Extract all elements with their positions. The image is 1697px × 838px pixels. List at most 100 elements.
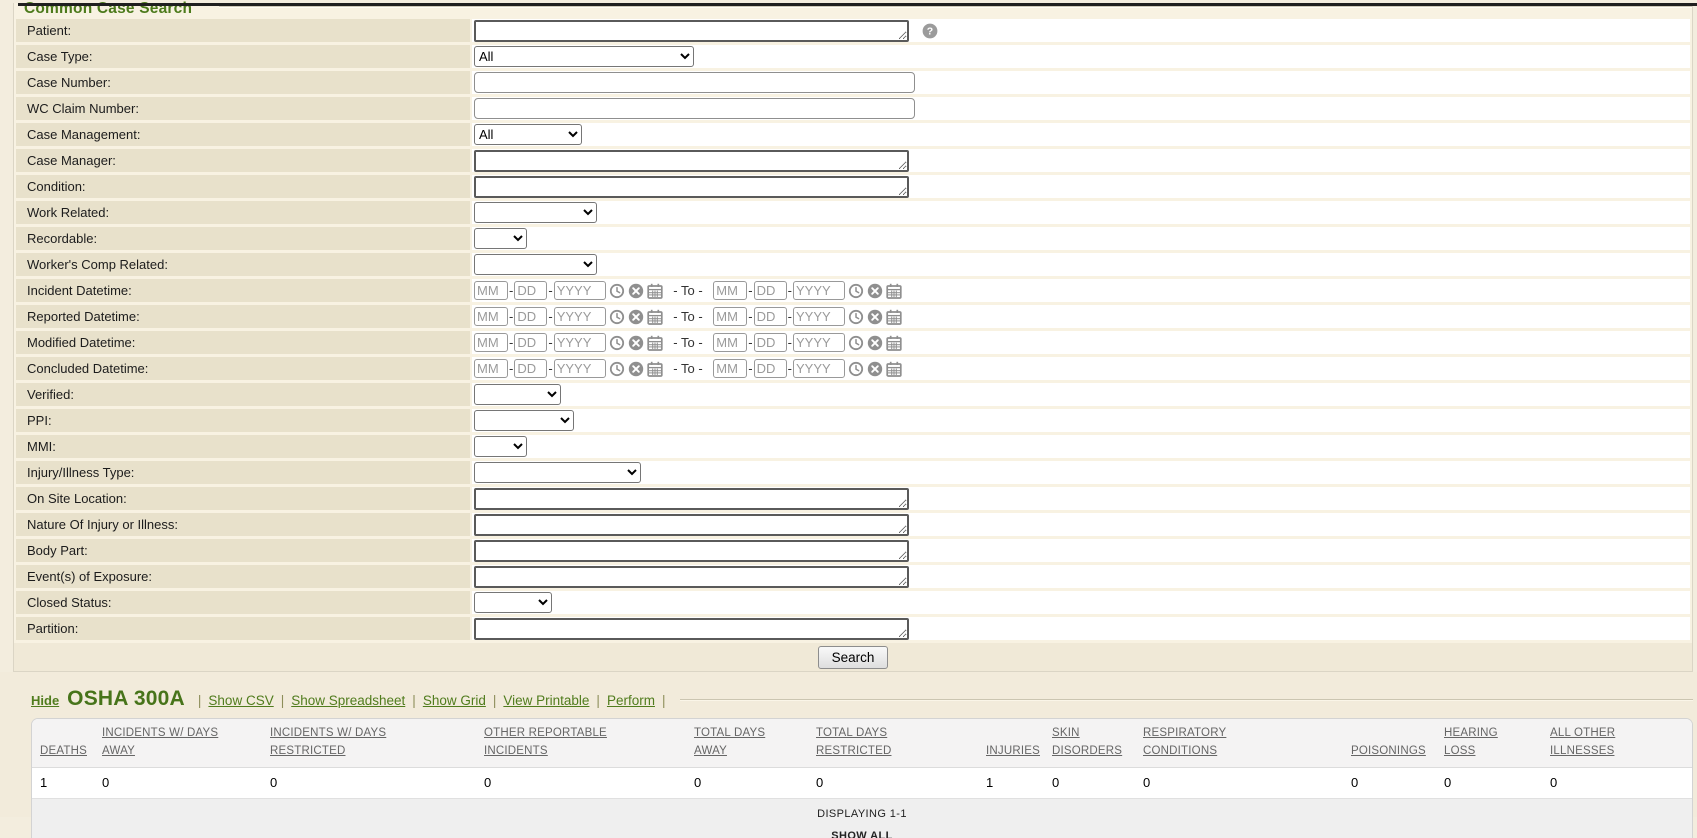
col-header-other-reportable-incidents[interactable]: OTHER REPORTABLE INCIDENTS	[476, 719, 686, 768]
clock-icon[interactable]	[848, 309, 864, 325]
body-part-textarea[interactable]	[474, 539, 909, 562]
clock-icon[interactable]	[609, 335, 625, 351]
from-mm-input[interactable]	[474, 333, 508, 352]
recordable-select[interactable]	[474, 228, 527, 249]
col-header-incidents-w-days-restricted[interactable]: INCIDENTS W/ DAYS RESTRICTED	[262, 719, 476, 768]
cell-other-reportable-incidents: 0	[476, 766, 686, 799]
col-header-deaths[interactable]: DEATHS	[32, 719, 94, 768]
to-yyyy-input[interactable]	[792, 333, 845, 352]
clock-icon[interactable]	[848, 335, 864, 351]
from-mm-input[interactable]	[474, 359, 508, 378]
closed-status-select[interactable]	[474, 592, 552, 613]
to-dd-input[interactable]	[753, 333, 787, 352]
case-type-select[interactable]: All	[474, 46, 694, 67]
clear-icon[interactable]	[867, 335, 883, 351]
to-mm-input[interactable]	[713, 359, 748, 378]
on-site-location-textarea[interactable]	[474, 487, 909, 510]
from-dd-input[interactable]	[514, 333, 548, 352]
table-row: 100000100000	[32, 766, 1692, 799]
col-header-injuries[interactable]: INJURIES	[978, 719, 1044, 768]
wc-claim-number-input[interactable]	[474, 98, 915, 119]
pipe-separator: |	[661, 693, 666, 708]
ppi-select[interactable]	[474, 410, 574, 431]
clock-icon[interactable]	[848, 283, 864, 299]
cell-all-other-illnesses: 0	[1542, 766, 1692, 799]
worker-s-comp-related-select[interactable]	[474, 254, 597, 275]
partition-textarea[interactable]	[474, 617, 909, 640]
field-label: Incident Datetime:	[16, 279, 470, 302]
to-mm-input[interactable]	[713, 307, 748, 326]
event-s-of-exposure-textarea[interactable]	[474, 565, 909, 588]
calendar-icon[interactable]	[647, 283, 663, 299]
show-csv-link[interactable]: Show CSV	[208, 693, 273, 708]
to-mm-input[interactable]	[713, 333, 748, 352]
calendar-icon[interactable]	[886, 335, 902, 351]
clock-icon[interactable]	[848, 361, 864, 377]
search-button[interactable]: Search	[817, 645, 889, 669]
dash-separator: -	[509, 309, 514, 324]
from-dd-input[interactable]	[514, 307, 548, 326]
col-header-hearing-loss[interactable]: HEARING LOSS	[1436, 719, 1542, 768]
col-header-skin-disorders[interactable]: SKIN DISORDERS	[1044, 719, 1135, 768]
from-dd-input[interactable]	[514, 281, 548, 300]
nature-of-injury-or-illness-textarea[interactable]	[474, 513, 909, 536]
calendar-icon[interactable]	[647, 335, 663, 351]
cell-hearing-loss: 0	[1436, 766, 1542, 799]
show-all-link[interactable]: SHOW ALL	[831, 830, 892, 838]
col-header-poisonings[interactable]: POISONINGS	[1343, 719, 1436, 768]
calendar-icon[interactable]	[647, 361, 663, 377]
dash-separator: -	[787, 309, 792, 324]
case-number-input[interactable]	[474, 72, 915, 93]
to-yyyy-input[interactable]	[792, 281, 845, 300]
col-header-respiratory-conditions[interactable]: RESPIRATORY CONDITIONS	[1135, 719, 1343, 768]
view-printable-link[interactable]: View Printable	[503, 693, 589, 708]
clear-icon[interactable]	[628, 335, 644, 351]
case-management-select[interactable]: All	[474, 124, 582, 145]
case-manager-textarea[interactable]	[474, 149, 909, 172]
from-yyyy-input[interactable]	[553, 359, 606, 378]
clock-icon[interactable]	[609, 283, 625, 299]
calendar-icon[interactable]	[886, 283, 902, 299]
mmi-select[interactable]	[474, 436, 527, 457]
col-header-incidents-w-days-away[interactable]: INCIDENTS W/ DAYS AWAY	[94, 719, 262, 768]
form-row-closed-status: Closed Status:	[16, 591, 1690, 614]
to-dd-input[interactable]	[753, 307, 787, 326]
help-icon[interactable]: ?	[922, 23, 938, 39]
clear-icon[interactable]	[867, 309, 883, 325]
from-mm-input[interactable]	[474, 281, 508, 300]
calendar-icon[interactable]	[886, 309, 902, 325]
calendar-icon[interactable]	[886, 361, 902, 377]
col-header-total-days-away[interactable]: TOTAL DAYS AWAY	[686, 719, 808, 768]
perform-link[interactable]: Perform	[607, 693, 655, 708]
col-header-total-days-restricted[interactable]: TOTAL DAYS RESTRICTED	[808, 719, 978, 768]
to-dd-input[interactable]	[753, 281, 787, 300]
to-yyyy-input[interactable]	[792, 307, 845, 326]
from-dd-input[interactable]	[514, 359, 548, 378]
clear-icon[interactable]	[867, 361, 883, 377]
from-yyyy-input[interactable]	[553, 333, 606, 352]
clear-icon[interactable]	[867, 283, 883, 299]
to-dd-input[interactable]	[753, 359, 787, 378]
from-yyyy-input[interactable]	[553, 281, 606, 300]
verified-select[interactable]	[474, 384, 561, 405]
patient-textarea[interactable]	[474, 19, 909, 42]
from-mm-input[interactable]	[474, 307, 508, 326]
clock-icon[interactable]	[609, 309, 625, 325]
hide-link[interactable]: Hide	[31, 693, 59, 708]
clear-icon[interactable]	[628, 361, 644, 377]
condition-textarea[interactable]	[474, 175, 909, 198]
from-yyyy-input[interactable]	[553, 307, 606, 326]
dash-separator: -	[787, 361, 792, 376]
form-row-concluded-datetime: Concluded Datetime: - - - To - - -	[16, 357, 1690, 380]
show-grid-link[interactable]: Show Grid	[423, 693, 486, 708]
show-spreadsheet-link[interactable]: Show Spreadsheet	[291, 693, 405, 708]
col-header-all-other-illnesses[interactable]: ALL OTHER ILLNESSES	[1542, 719, 1692, 768]
clear-icon[interactable]	[628, 283, 644, 299]
to-mm-input[interactable]	[713, 281, 748, 300]
injury-illness-type-select[interactable]	[474, 462, 641, 483]
to-yyyy-input[interactable]	[792, 359, 845, 378]
calendar-icon[interactable]	[647, 309, 663, 325]
clock-icon[interactable]	[609, 361, 625, 377]
clear-icon[interactable]	[628, 309, 644, 325]
work-related-select[interactable]	[474, 202, 597, 223]
